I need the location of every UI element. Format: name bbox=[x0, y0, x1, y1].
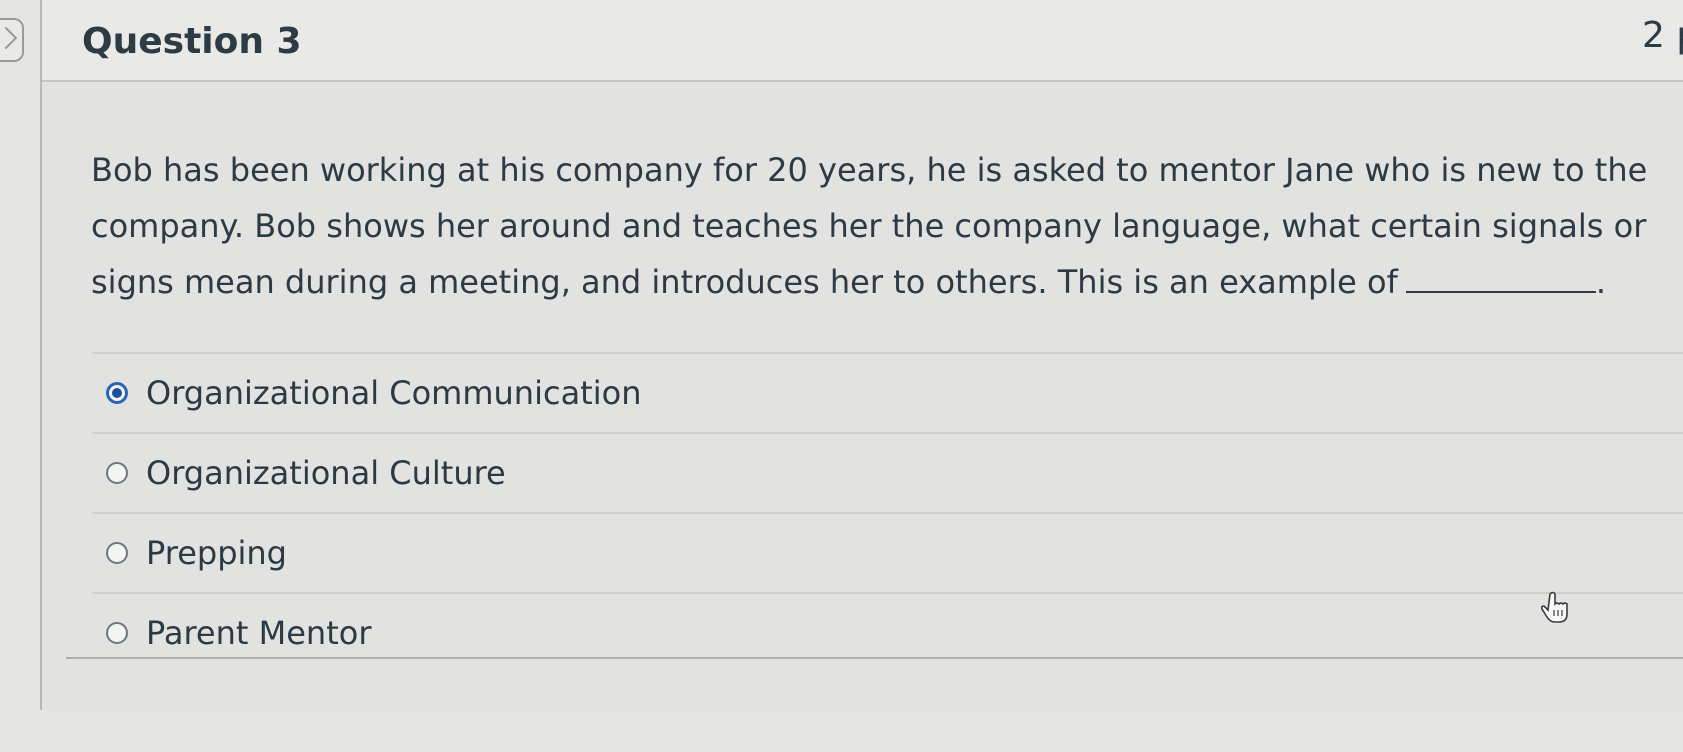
radio-selected-icon[interactable] bbox=[106, 382, 128, 404]
answer-option-1[interactable]: Organizational Culture bbox=[92, 432, 1683, 512]
answer-option-3[interactable]: Parent Mentor bbox=[92, 592, 1683, 672]
radio-icon[interactable] bbox=[106, 542, 128, 564]
answer-label[interactable]: Organizational Culture bbox=[146, 453, 506, 493]
answer-option-0[interactable]: Organizational Communication bbox=[92, 352, 1683, 432]
question-text: Bob has been working at his company for … bbox=[91, 142, 1683, 310]
answer-blank bbox=[1405, 257, 1596, 293]
question-title: Question 3 bbox=[82, 21, 302, 62]
answer-label[interactable]: Prepping bbox=[146, 533, 287, 573]
question-card: Question 3 2 p Bob has been working at h… bbox=[40, 0, 1683, 710]
question-body: Bob has been working at his company for … bbox=[42, 82, 1683, 710]
answer-label[interactable]: Organizational Communication bbox=[146, 373, 641, 413]
hand-pointer-icon bbox=[1540, 591, 1568, 623]
radio-icon[interactable] bbox=[106, 462, 128, 484]
answer-label[interactable]: Parent Mentor bbox=[146, 613, 371, 653]
question-header: Question 3 2 p bbox=[42, 0, 1683, 82]
radio-icon[interactable] bbox=[106, 622, 128, 644]
answer-option-2[interactable]: Prepping bbox=[92, 512, 1683, 592]
answer-list: Organizational Communication Organizatio… bbox=[92, 352, 1683, 672]
question-bottom-border bbox=[66, 657, 1683, 659]
question-text-end: . bbox=[1595, 263, 1607, 301]
bookmark-question-icon[interactable] bbox=[0, 18, 24, 62]
question-points: 2 p bbox=[1642, 15, 1683, 56]
